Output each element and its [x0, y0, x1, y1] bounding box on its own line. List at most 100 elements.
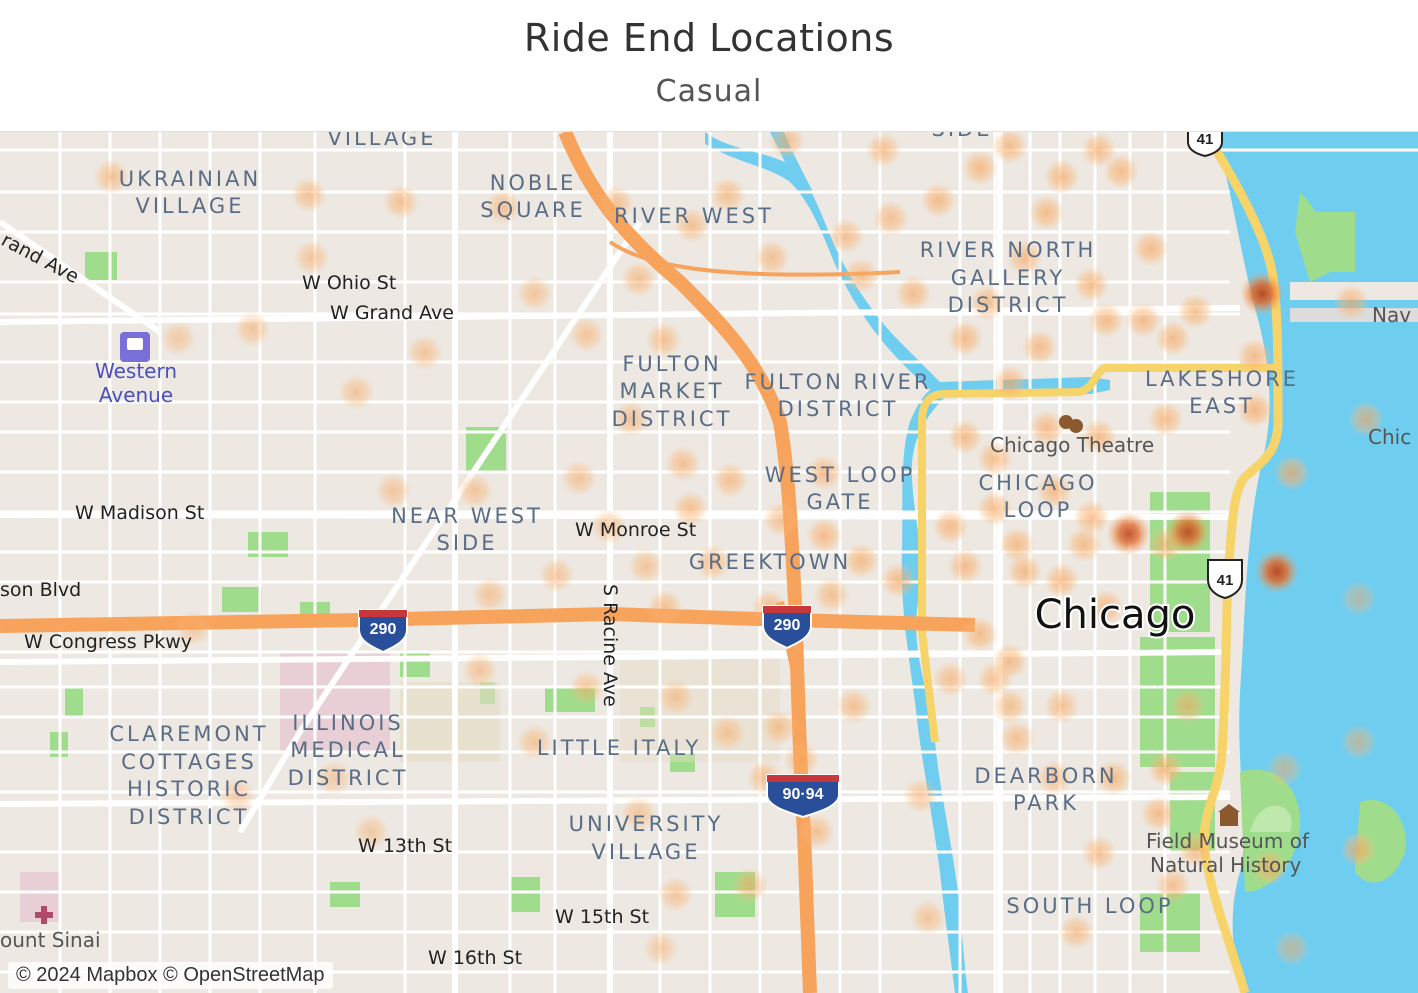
heatmap-point: [910, 899, 946, 936]
heatmap-point: [338, 374, 375, 411]
heatmap-point: [1140, 795, 1177, 832]
street-label: W Grand Ave: [330, 302, 454, 324]
neighborhood-label: FULTON: [622, 352, 721, 376]
neighborhood-label: RIVER WEST: [614, 204, 774, 228]
page-title: Ride End Locations: [523, 16, 895, 60]
heatmap-point: [1147, 750, 1184, 787]
heatmap-point: [1073, 266, 1110, 303]
svg-text:90·94: 90·94: [783, 786, 824, 803]
neighborhood-label: EAST: [1189, 394, 1255, 418]
heatmap-point: [1021, 329, 1058, 366]
heatmap-point: [1254, 549, 1299, 594]
neighborhood-label: DEARBORN: [974, 764, 1117, 788]
neighborhood-label: WEST LOOP: [765, 463, 916, 487]
heatmap-point: [1125, 302, 1162, 339]
heatmap-point: [947, 548, 984, 585]
basemap: 290 290 90·94 41 41 UKRAINIAN VILLAGE NO…: [0, 132, 1418, 993]
heatmap-point: [932, 661, 969, 698]
heatmap-point: [620, 261, 657, 298]
neighborhood-label: SOUTH LOOP: [1006, 894, 1173, 918]
heatmap-point: [1340, 831, 1377, 868]
neighborhood-label: GALLERY: [951, 266, 1065, 290]
heatmap-point: [1169, 688, 1206, 724]
heatmap-point: [1080, 132, 1117, 168]
heatmap-point: [1240, 271, 1285, 316]
neighborhood-label: VILLAGE: [136, 194, 245, 218]
street-label: W Congress Pkwy: [24, 631, 192, 653]
neighborhood-label: LITTLE ITALY: [537, 736, 701, 760]
street-label: W Ohio St: [302, 272, 396, 294]
heatmap-point: [1273, 930, 1310, 967]
heatmap-point: [1266, 750, 1303, 787]
heatmap-point: [1132, 230, 1169, 267]
heatmap-point: [806, 517, 843, 554]
poi-label: ount Sinai: [0, 928, 101, 952]
neighborhood-label: GATE: [806, 490, 873, 514]
svg-text:290: 290: [370, 621, 397, 638]
heatmap-point: [962, 149, 998, 186]
page-subtitle: Casual: [655, 74, 763, 109]
heatmap-point: [754, 239, 791, 276]
poi-label: Chic: [1368, 425, 1411, 449]
heatmap-point: [902, 777, 939, 814]
heatmap-point: [1177, 293, 1214, 330]
heatmap-point: [920, 182, 957, 219]
heatmap-point: [962, 616, 998, 653]
neighborhood-label: MEDICAL: [290, 738, 405, 762]
heatmap-point: [991, 365, 1028, 402]
street-label: W 15th St: [555, 906, 649, 928]
neighborhood-label: GREEKTOWN: [689, 550, 851, 574]
street-label: S Racine Ave: [599, 584, 621, 707]
street-label: son Blvd: [0, 579, 81, 601]
heatmap-point: [234, 311, 271, 348]
neighborhood-label: DISTRICT: [778, 397, 899, 421]
poi-label: Natural History: [1150, 853, 1301, 877]
heatmap-point: [731, 867, 768, 904]
svg-text:41: 41: [1197, 132, 1214, 148]
heatmap-point: [665, 445, 701, 482]
heatmap-point: [932, 508, 969, 545]
heatmap-point: [1006, 553, 1043, 590]
heatmap-point: [1147, 401, 1184, 437]
street-label: W Madison St: [75, 502, 204, 524]
heatmap-point: [835, 688, 872, 724]
heatmap-point: [783, 741, 820, 778]
heatmap-point: [1080, 835, 1117, 872]
neighborhood-label: FULTON RIVER: [744, 370, 931, 394]
heatmap-point: [561, 460, 598, 497]
heatmap-point: [1028, 194, 1065, 231]
neighborhood-label: DISTRICT: [612, 407, 733, 431]
map-canvas[interactable]: 290 290 90·94 41 41 UKRAINIAN VILLAGE NO…: [0, 131, 1418, 993]
neighborhood-label: PARK: [1013, 791, 1079, 815]
city-label: Chicago: [1035, 592, 1196, 638]
heatmap-point: [657, 679, 694, 715]
heatmap-point: [516, 275, 553, 312]
poi-label: Field Museum of: [1146, 829, 1310, 853]
heatmap-point: [382, 184, 419, 220]
heatmap-point: [712, 462, 749, 498]
heatmap-point: [160, 320, 197, 357]
poi-label: Nav: [1372, 303, 1411, 327]
street-label: W Monroe St: [575, 519, 696, 541]
neighborhood-label: SIDE: [437, 531, 498, 555]
heatmap-point: [290, 176, 327, 213]
heatmap-point: [1065, 526, 1102, 563]
heatmap-point: [1043, 158, 1080, 195]
neighborhood-label: CHICAGO: [978, 471, 1097, 495]
neighborhood-label: LOOP: [1004, 498, 1073, 522]
heatmap-point: [991, 688, 1028, 724]
map-attribution[interactable]: © 2024 Mapbox © OpenStreetMap: [8, 962, 333, 989]
poi-label: Western: [95, 359, 177, 383]
heatmap-point: [568, 316, 605, 353]
neighborhood-label: RIVER NORTH: [920, 238, 1097, 262]
neighborhood-label: DISTRICT: [129, 805, 250, 829]
neighborhood-label: VILLAGE: [328, 132, 437, 150]
neighborhood-label: MARKET: [620, 379, 725, 403]
heatmap-point: [406, 334, 443, 371]
us-41-shield-south: 41: [1207, 559, 1243, 600]
heatmap-point: [647, 589, 684, 626]
heatmap-point: [642, 930, 679, 967]
heatmap-point: [763, 501, 799, 538]
heatmap-point: [1058, 914, 1095, 950]
poi-label: Avenue: [99, 383, 173, 407]
